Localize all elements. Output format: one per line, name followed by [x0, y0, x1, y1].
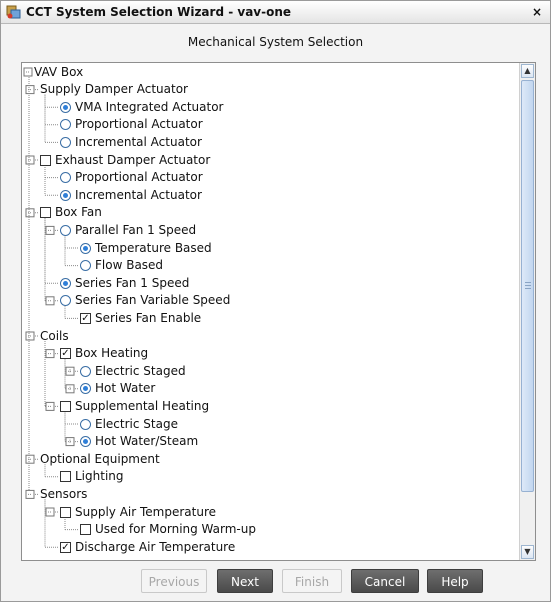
button-bar: Previous Next Finish Cancel Help [1, 569, 550, 595]
tree-node-label: Series Fan Variable Speed [75, 293, 231, 308]
tree-node-label: Supply Damper Actuator [40, 82, 188, 97]
tree-node[interactable]: Parallel Fan 1 Speed [60, 222, 196, 239]
tree-node-label: Flow Based [95, 258, 164, 273]
radio-selected-icon[interactable] [80, 242, 91, 254]
app-icon [6, 5, 21, 19]
tree-node[interactable]: Exhaust Damper Actuator [40, 152, 210, 169]
scroll-up-arrow-icon[interactable]: ▲ [521, 64, 534, 78]
radio-selected-icon[interactable] [60, 101, 71, 113]
tree-node[interactable]: Supplemental Heating [60, 398, 209, 415]
tree-node[interactable]: Sensors [40, 486, 87, 503]
cancel-button[interactable]: Cancel [351, 569, 419, 593]
checkbox-icon[interactable] [40, 154, 51, 166]
tree-node-label: Discharge Air Temperature [75, 539, 236, 554]
close-icon[interactable]: × [530, 5, 544, 19]
tree-node-label: VAV Box [34, 64, 84, 79]
checkbox-icon[interactable] [60, 471, 71, 483]
tree-node[interactable]: Supply Air Temperature [60, 504, 216, 521]
checkbox-checked-icon[interactable]: ✓ [60, 348, 71, 360]
title-bar[interactable]: CCT System Selection Wizard - vav-one × [1, 1, 550, 24]
tree-node-label: Exhaust Damper Actuator [55, 152, 211, 167]
tree-node-label: Proportional Actuator [75, 117, 203, 132]
checkbox-icon[interactable] [80, 524, 91, 536]
tree-node[interactable]: Temperature Based [80, 240, 212, 257]
tree-node[interactable]: ✓ Series Fan Enable [80, 310, 201, 327]
tree-node[interactable]: VAV Box [34, 64, 83, 81]
checkbox-icon[interactable] [40, 207, 51, 219]
checkbox-checked-icon[interactable]: ✓ [80, 312, 91, 324]
help-button[interactable]: Help [427, 569, 483, 593]
tree-node[interactable]: Lighting [60, 468, 124, 485]
tree-node-label: VMA Integrated Actuator [75, 99, 224, 114]
radio-icon[interactable] [80, 260, 91, 272]
tree-node[interactable]: Box Fan [40, 204, 102, 221]
tree-node-label: Proportional Actuator [75, 170, 203, 185]
radio-icon[interactable] [80, 418, 91, 430]
radio-selected-icon[interactable] [60, 189, 71, 201]
tree-node[interactable]: Flow Based [80, 257, 163, 274]
tree-node[interactable]: Coils [40, 328, 69, 345]
next-button[interactable]: Next [217, 569, 273, 593]
checkbox-checked-icon[interactable]: ✓ [60, 541, 71, 553]
tree-node[interactable]: VMA Integrated Actuator [60, 99, 223, 116]
tree-node-label: Supply Air Temperature [75, 504, 217, 519]
tree-node[interactable]: Used for Morning Warm-up [80, 521, 256, 538]
tree-node-label: Used for Morning Warm-up [95, 522, 256, 537]
tree-node[interactable]: Hot Water [80, 380, 155, 397]
wizard-window: CCT System Selection Wizard - vav-one × … [0, 0, 551, 602]
tree-node[interactable]: Proportional Actuator [60, 116, 203, 133]
tree-node-label: Temperature Based [95, 240, 212, 255]
vertical-scrollbar[interactable]: ▲ ▼ [519, 63, 535, 560]
tree-node-label: Box Fan [55, 205, 102, 220]
tree-node-label: Box Heating [75, 346, 149, 361]
tree-node-label: Sensors [40, 486, 88, 501]
radio-icon[interactable] [60, 119, 71, 131]
radio-icon[interactable] [60, 172, 71, 184]
system-tree[interactable]: VAV Box Supply Damper Actuator VMA Integra… [21, 62, 536, 561]
previous-button[interactable]: Previous [141, 569, 207, 593]
tree-node-label: Lighting [75, 469, 124, 484]
radio-selected-icon[interactable] [60, 277, 71, 289]
scroll-down-arrow-icon[interactable]: ▼ [521, 545, 534, 559]
checkbox-icon[interactable] [60, 400, 71, 412]
window-title: CCT System Selection Wizard - vav-one [26, 5, 292, 19]
tree-node-label: Incremental Actuator [75, 187, 202, 202]
tree-node[interactable]: Supply Damper Actuator [40, 81, 188, 98]
tree-node-label: Coils [40, 328, 69, 343]
tree-node-label: Electric Stage [95, 416, 178, 431]
tree-node[interactable]: ✓ Discharge Air Temperature [60, 539, 235, 556]
tree-node-label: Hot Water/Steam [95, 434, 199, 449]
tree-node-label: Parallel Fan 1 Speed [75, 222, 197, 237]
tree-node[interactable]: ✓ Box Heating [60, 345, 148, 362]
section-title: Mechanical System Selection [187, 35, 364, 49]
tree-node-label: Hot Water [95, 381, 156, 396]
tree-node[interactable]: Electric Staged [80, 363, 186, 380]
tree-node[interactable]: Incremental Actuator [60, 187, 202, 204]
tree-node-label: Series Fan 1 Speed [75, 275, 190, 290]
tree-node-label: Electric Staged [95, 363, 186, 378]
tree-node[interactable]: Series Fan 1 Speed [60, 275, 189, 292]
checkbox-icon[interactable] [60, 506, 71, 518]
tree-node[interactable]: Incremental Actuator [60, 134, 202, 151]
radio-icon[interactable] [60, 136, 71, 148]
tree-node-label: Supplemental Heating [75, 398, 210, 413]
tree-node[interactable]: Electric Stage [80, 416, 178, 433]
radio-icon[interactable] [60, 295, 71, 307]
radio-icon[interactable] [80, 365, 91, 377]
radio-selected-icon[interactable] [80, 383, 91, 395]
tree-node-label: Optional Equipment [40, 451, 160, 466]
tree-node[interactable]: Series Fan Variable Speed [60, 292, 230, 309]
tree-node[interactable]: Optional Equipment [40, 451, 160, 468]
tree-node[interactable]: Hot Water/Steam [80, 433, 198, 450]
tree-node-label: Series Fan Enable [95, 310, 202, 325]
finish-button[interactable]: Finish [282, 569, 342, 593]
scroll-thumb[interactable] [521, 80, 534, 492]
radio-selected-icon[interactable] [80, 436, 91, 448]
tree-node[interactable]: Proportional Actuator [60, 169, 203, 186]
tree-node-label: Incremental Actuator [75, 134, 202, 149]
radio-icon[interactable] [60, 224, 71, 236]
